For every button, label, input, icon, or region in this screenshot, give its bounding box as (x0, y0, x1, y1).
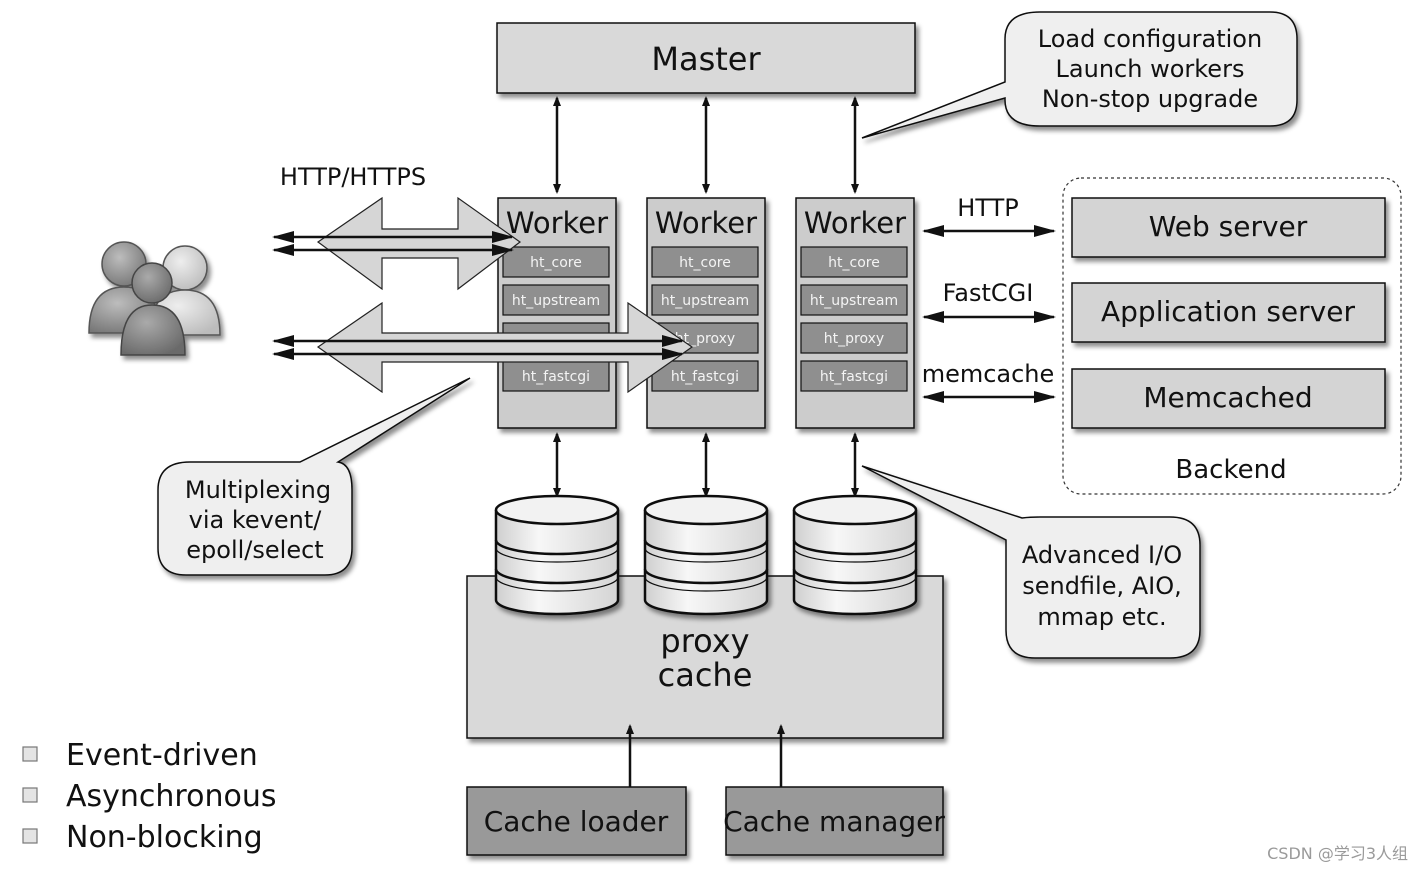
master-callout: Load configuration Launch workers Non-st… (861, 11, 1298, 139)
backend-server-memcached: Memcached (1071, 368, 1386, 429)
client-protocol-label: HTTP/HTTPS (280, 163, 426, 191)
worker-box: Worker ht_core ht_upstream ht_proxy ht_f… (795, 197, 915, 429)
proxy-cache-label: proxy (660, 622, 749, 660)
advanced-io-callout-line: Advanced I/O (1022, 541, 1182, 569)
module-label: ht_fastcgi (820, 369, 888, 385)
module-label: ht_proxy (824, 331, 884, 347)
feature-item: Non-blocking (66, 820, 263, 855)
multiplexing-callout: Multiplexing via kevent/ epoll/select (157, 377, 471, 576)
worker-box: Worker ht_core ht_upstream ht_proxy ht_f… (646, 197, 766, 429)
module-label: ht_fastcgi (671, 369, 739, 385)
worker-box: Worker ht_core ht_upstream ht_fastcgi (497, 197, 617, 429)
users-icon (88, 241, 221, 356)
bullet-square-icon (22, 828, 38, 844)
backend-server-label: Application server (1101, 295, 1355, 328)
multiplexing-callout-line: via kevent/ (189, 506, 323, 534)
client-connection-arrow (272, 301, 694, 394)
master-callout-line: Non-stop upgrade (1042, 85, 1258, 113)
cache-loader-label: Cache loader (484, 805, 669, 838)
client-connection-arrow (272, 196, 522, 291)
bullet-square-icon (22, 787, 38, 803)
database-icon (792, 494, 918, 616)
advanced-io-callout-line: sendfile, AIO, (1022, 572, 1182, 600)
backend-server-label: Web server (1149, 210, 1308, 243)
module-label: ht_core (530, 255, 582, 271)
backend-protocols: HTTP FastCGI memcache (922, 194, 1056, 403)
protocol-label-fastcgi: FastCGI (943, 279, 1034, 307)
feature-list: Event-driven Asynchronous Non-blocking (22, 738, 276, 855)
module-label: ht_core (828, 255, 880, 271)
database-icon (643, 494, 769, 616)
master-label: Master (651, 40, 761, 78)
advanced-io-callout-line: mmap etc. (1037, 603, 1166, 631)
bullet-square-icon (22, 746, 38, 762)
worker-label: Worker (506, 206, 608, 240)
feature-item: Event-driven (66, 738, 258, 773)
workers-group: Worker ht_core ht_upstream ht_fastcgi Wo… (497, 197, 915, 429)
worker-label: Worker (804, 206, 906, 240)
master-worker-arrows (553, 96, 859, 194)
proxy-cache-label: cache (658, 656, 753, 694)
module-label: ht_upstream (810, 293, 898, 309)
backend-group: Web server Application server Memcached … (1062, 177, 1402, 495)
module-label: ht_upstream (512, 293, 600, 309)
cache-loader-box: Cache loader (466, 786, 687, 856)
master-callout-line: Load configuration (1038, 25, 1262, 53)
cache-manager-box: Cache manager (723, 786, 945, 856)
multiplexing-callout-line: epoll/select (186, 536, 323, 564)
database-icon (494, 494, 620, 616)
cache-manager-label: Cache manager (723, 805, 945, 838)
feature-item: Asynchronous (66, 779, 276, 814)
worker-label: Worker (655, 206, 757, 240)
module-label: ht_upstream (661, 293, 749, 309)
nginx-architecture-diagram: Master Load configuration Launch workers… (22, 11, 1402, 856)
multiplexing-callout-line: Multiplexing (185, 476, 331, 504)
backend-server-application: Application server (1071, 282, 1386, 343)
protocol-label-memcache: memcache (922, 360, 1055, 388)
protocol-label-http: HTTP (957, 194, 1018, 222)
backend-label: Backend (1175, 455, 1286, 485)
master-callout-line: Launch workers (1056, 55, 1245, 83)
backend-server-web: Web server (1071, 197, 1386, 258)
backend-server-label: Memcached (1143, 381, 1312, 414)
cache-storage-group (494, 494, 918, 616)
module-label: ht_core (679, 255, 731, 271)
worker-cache-arrows (553, 432, 859, 498)
module-label: ht_fastcgi (522, 369, 590, 385)
watermark: CSDN @学习3人组 (1267, 844, 1408, 863)
master-box: Master (496, 22, 916, 94)
